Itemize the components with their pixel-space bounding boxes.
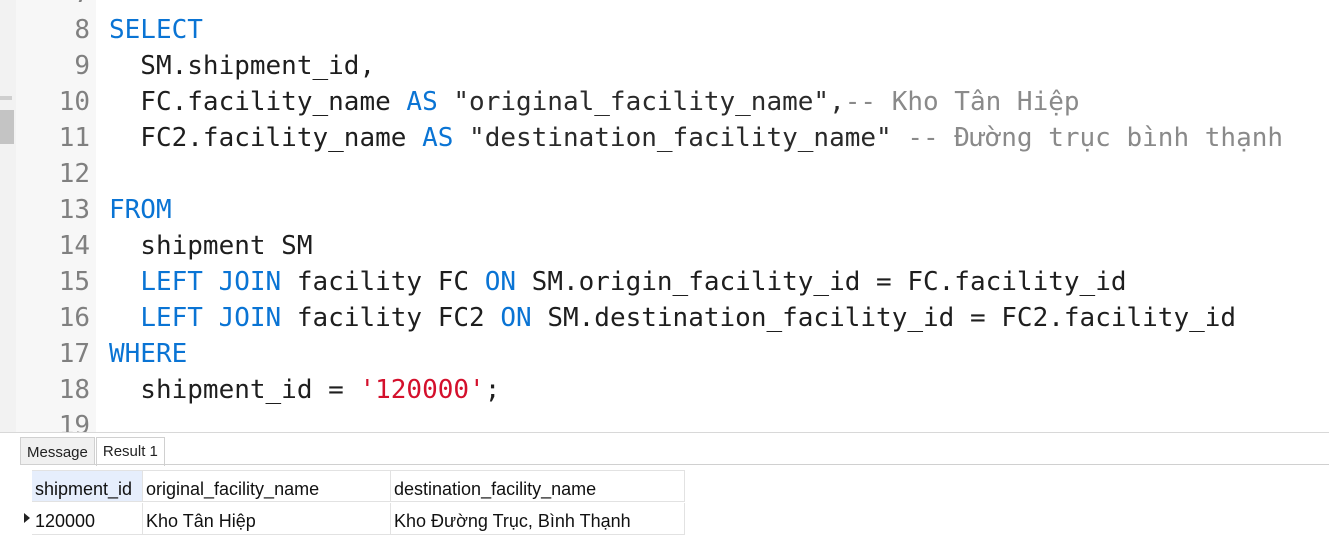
cell-destination-facility-name[interactable]: Kho Đường Trục, Bình Thạnh [391, 503, 685, 535]
alias-literal: "destination_facility_name" [453, 123, 908, 153]
line-number: 12 [58, 159, 90, 189]
tab-divider [20, 464, 1329, 465]
code-line[interactable]: 17 WHERE [16, 336, 1329, 372]
sql-comment: -- Kho Tân Hiệp [844, 87, 1080, 117]
sql-keyword: SELECT [109, 15, 203, 45]
code-token: SM.destination_facility_id = FC2.facilit… [531, 303, 1237, 333]
code-text: SELECT [109, 12, 203, 48]
sql-editor[interactable]: 78SELECT9 SM.shipment_id,10 FC.facility_… [0, 0, 1329, 432]
code-text: SM.shipment_id, [109, 48, 375, 84]
code-token: FC2.facility_name [109, 123, 423, 153]
row-header-corner [20, 470, 32, 503]
code-line[interactable]: 13 FROM [16, 192, 1329, 228]
line-number: 15 [58, 267, 90, 297]
string-literal: '120000' [359, 375, 485, 405]
line-number: 14 [58, 231, 90, 261]
code-token: FC.facility_name [109, 87, 407, 117]
code-token: SM.shipment_id, [109, 51, 376, 81]
line-number: 17 [58, 339, 90, 369]
row-selector[interactable] [20, 503, 32, 536]
line-number: 13 [58, 195, 90, 225]
code-line[interactable]: 16 LEFT JOIN facility FC2 ON SM.destinat… [16, 300, 1329, 336]
sql-keyword: LEFT JOIN [140, 303, 282, 333]
line-number: 18 [58, 375, 90, 405]
code-token: shipment_id = [109, 375, 360, 405]
line-number: 9 [74, 51, 90, 81]
code-line[interactable]: 15 LEFT JOIN facility FC ON SM.origin_fa… [16, 264, 1329, 300]
table-row[interactable]: 120000 Kho Tân Hiệp Kho Đường Trục, Bình… [20, 503, 685, 536]
code-text: FC2.facility_name AS "destination_facili… [109, 120, 1283, 156]
code-line[interactable]: 14 shipment SM [16, 228, 1329, 264]
scrollbar-marker [0, 96, 12, 100]
code-line[interactable]: 10 FC.facility_name AS "original_facilit… [16, 84, 1329, 120]
code-token: facility FC [281, 267, 485, 297]
column-header-shipment-id[interactable]: shipment_id [32, 470, 143, 502]
line-number: 10 [58, 87, 90, 117]
code-token: SM.origin_facility_id = FC.facility_id [516, 267, 1127, 297]
sql-comment: -- Đường trục bình thạnh [907, 123, 1284, 153]
sql-keyword: LEFT JOIN [140, 267, 282, 297]
column-header-destination-facility-name[interactable]: destination_facility_name [391, 470, 685, 502]
code-token: facility FC2 [281, 303, 501, 333]
alias-literal: "original_facility_name", [437, 87, 845, 117]
sql-keyword: ON [500, 303, 532, 333]
code-text: WHERE [109, 336, 187, 372]
results-tabs: Message Result 1 [20, 437, 166, 466]
line-number: 7 [16, 0, 90, 12]
cell-shipment-id[interactable]: 120000 [32, 503, 143, 535]
scrollbar-thumb[interactable] [0, 110, 14, 144]
tab-message[interactable]: Message [20, 437, 95, 465]
code-text: FC.facility_name AS "original_facility_n… [109, 84, 1080, 120]
code-text: shipment_id = '120000'; [109, 372, 500, 408]
code-line[interactable]: 18 shipment_id = '120000'; [16, 372, 1329, 408]
sql-keyword: ON [484, 267, 517, 297]
code-line[interactable]: 8 SELECT [16, 12, 1329, 48]
code-line[interactable]: 7 [16, 0, 1329, 12]
column-header-original-facility-name[interactable]: original_facility_name [143, 470, 391, 502]
result-grid[interactable]: shipment_id original_facility_name desti… [20, 470, 685, 536]
code-line[interactable]: 11 FC2.facility_name AS "destination_fac… [16, 120, 1329, 156]
editor-scrollbar[interactable] [0, 0, 16, 432]
tab-result-1[interactable]: Result 1 [95, 437, 165, 466]
line-number: 11 [58, 123, 90, 153]
code-text: FROM [109, 192, 172, 228]
code-line[interactable]: 9 SM.shipment_id, [16, 48, 1329, 84]
code-text: LEFT JOIN facility FC ON SM.origin_facil… [109, 264, 1127, 300]
code-text: LEFT JOIN facility FC2 ON SM.destination… [109, 300, 1236, 336]
sql-keyword: AS [422, 123, 454, 153]
code-token: shipment SM [109, 231, 313, 261]
code-line[interactable]: 12 [16, 156, 1329, 192]
sql-keyword: FROM [109, 195, 172, 225]
cell-original-facility-name[interactable]: Kho Tân Hiệp [143, 503, 391, 535]
code-area[interactable]: 78SELECT9 SM.shipment_id,10 FC.facility_… [16, 0, 1329, 432]
grid-header-row: shipment_id original_facility_name desti… [20, 470, 685, 503]
results-panel: Message Result 1 shipment_id original_fac… [0, 432, 1329, 547]
line-number: 8 [74, 15, 90, 45]
sql-keyword: AS [406, 87, 438, 117]
line-number: 16 [58, 303, 90, 333]
code-line[interactable]: 19 [16, 408, 1329, 432]
current-row-arrow-icon [24, 513, 30, 523]
code-token: ; [484, 375, 501, 405]
sql-keyword: WHERE [109, 339, 188, 369]
line-number: 19 [58, 411, 90, 432]
code-text: shipment SM [109, 228, 313, 264]
